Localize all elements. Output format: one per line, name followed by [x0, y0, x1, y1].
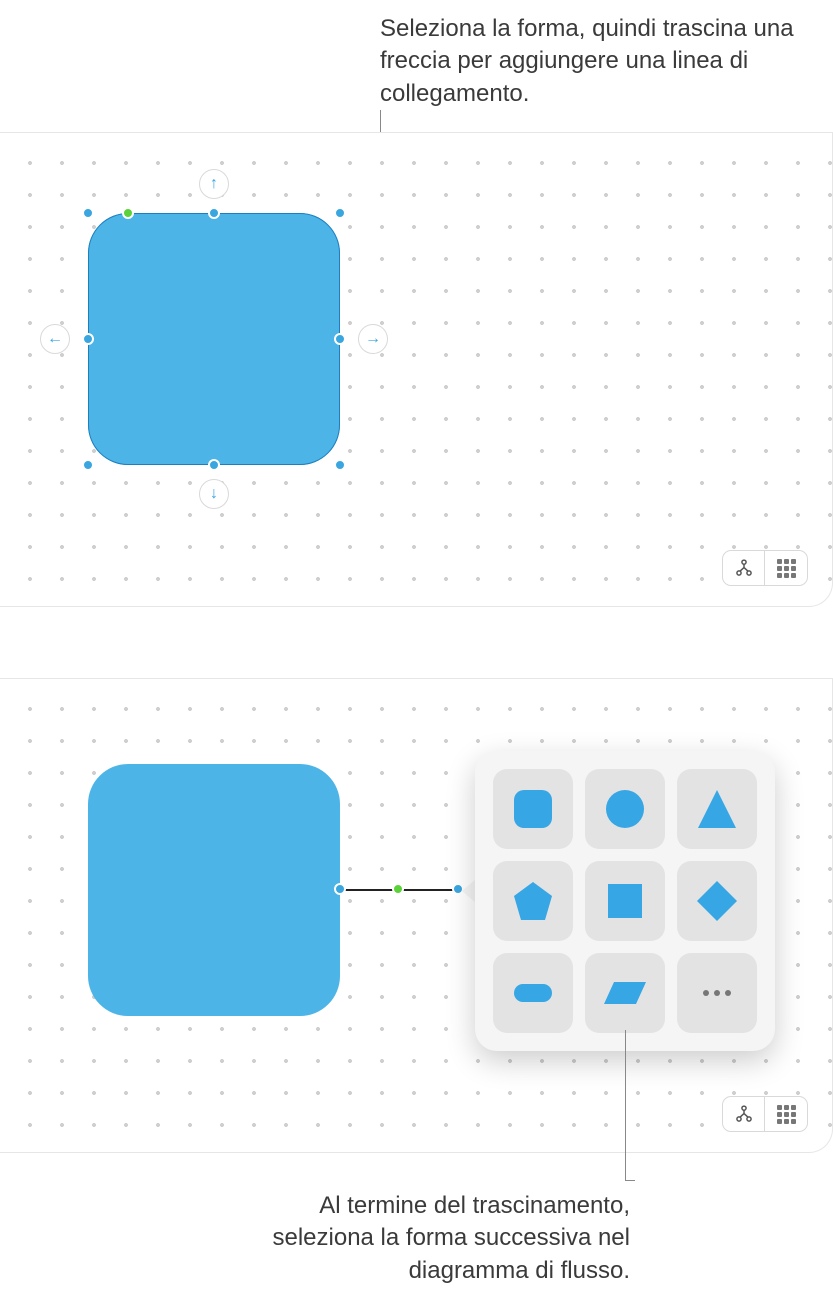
parallelogram-icon — [602, 970, 648, 1016]
arrow-right-icon: → — [365, 330, 381, 348]
more-icon — [694, 970, 740, 1016]
resize-handle-ne[interactable] — [334, 207, 346, 219]
canvas-toolbar — [722, 550, 808, 586]
direction-arrow-down[interactable]: ↓ — [199, 479, 229, 509]
resize-handle-se[interactable] — [334, 459, 346, 471]
resize-handle-n[interactable] — [208, 207, 220, 219]
diamond-icon — [694, 878, 740, 924]
shape-option-more[interactable] — [677, 953, 757, 1033]
grid-toggle-button[interactable] — [765, 1097, 807, 1131]
corner-radius-handle[interactable] — [122, 207, 134, 219]
shape-option-square[interactable] — [585, 861, 665, 941]
popover-tail — [462, 879, 476, 903]
callout-bottom: Al termine del trascinamento, seleziona … — [270, 1190, 630, 1287]
square-icon — [602, 878, 648, 924]
canvas-step1: ↑ ↓ ← → — [0, 132, 833, 607]
triangle-icon — [694, 786, 740, 832]
canvas-step2 — [0, 678, 833, 1153]
resize-handle-e[interactable] — [334, 333, 346, 345]
shape-option-rounded-square[interactable] — [493, 769, 573, 849]
leader-bottom-v — [625, 1030, 626, 1180]
diagram-mode-button[interactable] — [723, 1097, 765, 1131]
shape-wrapper: ↑ ↓ ← → — [88, 213, 340, 465]
diagram-icon — [734, 1104, 754, 1124]
circle-icon — [602, 786, 648, 832]
arrow-down-icon: ↓ — [210, 485, 218, 503]
shape-option-circle[interactable] — [585, 769, 665, 849]
callout-top: Seleziona la forma, quindi trascina una … — [380, 13, 830, 110]
resize-handle-s[interactable] — [208, 459, 220, 471]
grid-toggle-button[interactable] — [765, 551, 807, 585]
shape-picker-popover — [475, 751, 775, 1051]
arrow-left-icon: ← — [47, 330, 63, 348]
resize-handle-nw[interactable] — [82, 207, 94, 219]
grid-icon — [777, 559, 796, 578]
shape-option-pentagon[interactable] — [493, 861, 573, 941]
arrow-up-icon: ↑ — [210, 175, 218, 193]
resize-handle-w[interactable] — [82, 333, 94, 345]
pentagon-icon — [510, 878, 556, 924]
direction-arrow-left[interactable]: ← — [40, 324, 70, 354]
shape-option-parallelogram[interactable] — [585, 953, 665, 1033]
connection-midpoint[interactable] — [392, 883, 404, 895]
capsule-icon — [510, 970, 556, 1016]
shape-rounded-rect[interactable] — [88, 764, 340, 1016]
diagram-mode-button[interactable] — [723, 551, 765, 585]
shape-option-diamond[interactable] — [677, 861, 757, 941]
direction-arrow-right[interactable]: → — [358, 324, 388, 354]
shape-option-capsule[interactable] — [493, 953, 573, 1033]
shape-option-triangle[interactable] — [677, 769, 757, 849]
rounded-square-icon — [510, 786, 556, 832]
canvas-toolbar — [722, 1096, 808, 1132]
shape-rounded-rect[interactable] — [88, 213, 340, 465]
direction-arrow-up[interactable]: ↑ — [199, 169, 229, 199]
diagram-icon — [734, 558, 754, 578]
leader-bottom-h — [625, 1180, 635, 1181]
grid-icon — [777, 1105, 796, 1124]
resize-handle-sw[interactable] — [82, 459, 94, 471]
connection-endpoint-start[interactable] — [334, 883, 346, 895]
